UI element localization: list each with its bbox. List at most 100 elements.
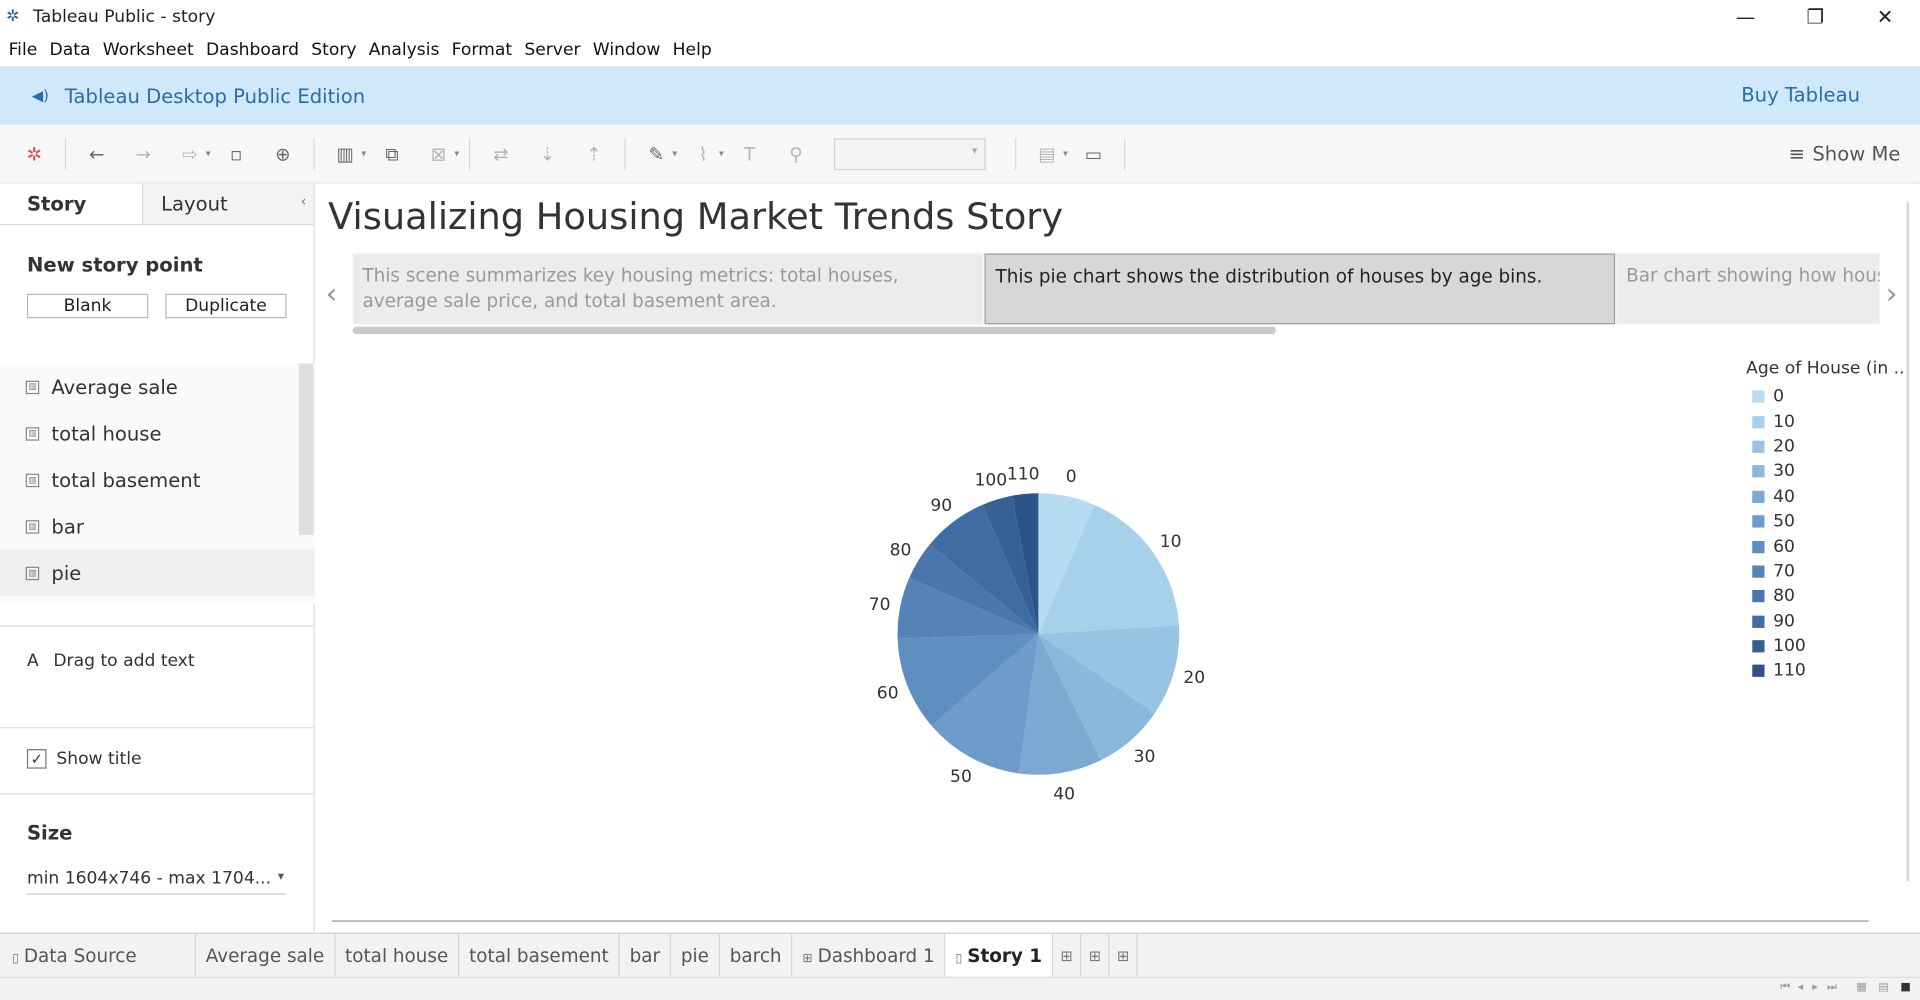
labels-icon[interactable]: T [735,139,764,168]
menu-format[interactable]: Format [446,40,519,60]
menu-help[interactable]: Help [667,40,718,60]
tab-layout[interactable]: Layout [141,183,314,224]
tableau-start-icon[interactable]: ✲ [20,139,49,168]
new-sheet-dropdown-icon[interactable]: ▾ [361,148,366,159]
next-point-icon[interactable]: › [1886,277,1898,311]
legend-label: 30 [1773,461,1795,482]
pin-icon[interactable]: ⚲ [781,139,810,168]
tab-total-basement[interactable]: total basement [459,933,620,978]
story-point-1[interactable]: This scene summarizes key housing metric… [352,253,984,325]
undo-icon[interactable]: ← [82,139,111,168]
first-sheet-icon[interactable]: ⏮ [1780,982,1790,994]
menu-dashboard[interactable]: Dashboard [200,40,305,60]
legend-item-50[interactable]: 50 [1746,509,1904,534]
replay-dropdown-icon[interactable]: ▾ [206,148,211,159]
legend-item-0[interactable]: 0 [1746,384,1904,409]
legend-item-70[interactable]: 70 [1746,559,1904,584]
legend-item-90[interactable]: 90 [1746,609,1904,634]
tab-bar[interactable]: bar [620,933,672,978]
story-point-2[interactable]: This pie chart shows the distribution of… [984,253,1616,325]
cards-dropdown-icon[interactable]: ▾ [1063,148,1068,159]
canvas-scrollbar[interactable] [1906,201,1909,882]
save-icon[interactable]: ▫ [222,139,251,168]
window-title: Tableau Public - story [33,7,216,27]
tab-total-house[interactable]: total house [335,933,460,978]
tab-story[interactable]: Story [0,183,142,224]
last-sheet-icon[interactable]: ⏭ [1827,982,1837,994]
size-dropdown[interactable]: min 1604x746 - max 1704... [26,869,287,895]
swap-icon[interactable]: ⇄ [486,139,515,168]
restore-button[interactable]: ❐ [1780,0,1850,34]
legend-item-60[interactable]: 60 [1746,534,1904,559]
new-sheet-icon[interactable]: ▥ [331,139,360,168]
sheet-item-total-house[interactable]: ▥ total house [0,410,315,457]
new-story-icon[interactable]: ⊞ [1110,933,1138,978]
menu-file[interactable]: File [2,40,43,60]
legend-item-10[interactable]: 10 [1746,409,1904,434]
legend-label: 50 [1773,511,1795,532]
sheet-item-bar[interactable]: ▥ bar [0,503,315,550]
group-icon[interactable]: ⌇ [688,139,717,168]
show-title-checkbox[interactable]: ✓ [26,749,47,769]
drag-to-add-text[interactable]: A Drag to add text [27,651,195,671]
clear-dropdown-icon[interactable]: ▾ [454,148,459,159]
show-title-option[interactable]: ✓ Show title [26,749,142,769]
sheet-item-total-basement[interactable]: ▥ total basement [0,457,315,504]
fit-dropdown[interactable] [833,137,986,170]
tab-barch[interactable]: barch [720,933,793,978]
show-me-button[interactable]: ≡ Show Me [1789,142,1901,165]
menu-analysis[interactable]: Analysis [363,40,446,60]
sort-ascending-icon[interactable]: ⇣ [533,139,562,168]
sort-descending-icon[interactable]: ⇡ [579,139,608,168]
tabs-view-icon[interactable]: ■ [1900,982,1910,994]
legend-item-80[interactable]: 80 [1746,584,1904,609]
legend-item-100[interactable]: 100 [1746,634,1904,659]
legend-item-110[interactable]: 110 [1746,659,1904,684]
sheet-sorter-icon[interactable]: ▦ [1856,982,1866,994]
sheet-item-pie[interactable]: ▥ pie [0,549,315,597]
blank-button[interactable]: Blank [26,293,149,319]
new-worksheet-icon[interactable]: ⊞ [1053,933,1082,978]
tab-pie[interactable]: pie [671,933,720,978]
highlight-dropdown-icon[interactable]: ▾ [672,148,677,159]
next-sheet-icon[interactable]: ▸ [1812,982,1818,994]
previous-point-icon[interactable]: ‹ [326,277,338,311]
replay-icon[interactable]: ⇨ [175,139,204,168]
menu-data[interactable]: Data [43,40,96,60]
legend-item-40[interactable]: 40 [1746,484,1904,509]
navigator-scrollbar[interactable] [352,326,1276,335]
dashboard-icon: ⊞ [802,951,813,966]
close-button[interactable]: ✕ [1850,0,1920,34]
tab-average-sale[interactable]: Average sale [196,933,336,978]
menu-server[interactable]: Server [518,40,586,60]
legend-item-20[interactable]: 20 [1746,434,1904,459]
show-me-label: Show Me [1812,141,1901,166]
menu-window[interactable]: Window [587,40,667,60]
collapse-panel-icon[interactable]: ‹ [301,193,306,209]
minimize-button[interactable]: — [1711,0,1781,34]
redo-icon[interactable]: → [129,139,158,168]
tab-dashboard-1[interactable]: ⊞ Dashboard 1 [793,933,946,978]
buy-tableau-link[interactable]: Buy Tableau [1741,83,1860,106]
legend-swatch [1752,565,1765,578]
group-dropdown-icon[interactable]: ▾ [719,148,724,159]
sheet-list-scrollbar[interactable] [298,363,314,535]
sheet-tabs-bar: ▯ Data Source Average sale total house to… [0,932,1920,978]
tab-story-1[interactable]: ▯ Story 1 [945,933,1054,978]
presentation-icon[interactable]: ▭ [1079,139,1108,168]
menu-worksheet[interactable]: Worksheet [97,40,200,60]
sheet-item-average-sale[interactable]: ▥ Average sale [0,364,315,411]
new-dashboard-icon[interactable]: ⊞ [1081,933,1110,978]
legend-item-30[interactable]: 30 [1746,459,1904,484]
clear-sheet-icon[interactable]: ⊠ [424,139,453,168]
duplicate-button[interactable]: Duplicate [165,293,287,319]
menu-story[interactable]: Story [305,40,363,60]
highlight-icon[interactable]: ✎ [642,139,671,168]
filmstrip-icon[interactable]: ▤ [1878,982,1888,994]
story-point-3[interactable]: Bar chart showing how house [1616,253,1880,325]
duplicate-sheet-icon[interactable]: ⧉ [377,139,406,168]
new-data-source-icon[interactable]: ⊕ [268,139,297,168]
tab-data-source[interactable]: ▯ Data Source [0,933,196,978]
show-cards-icon[interactable]: ▤ [1032,139,1061,168]
previous-sheet-icon[interactable]: ◂ [1798,982,1804,994]
